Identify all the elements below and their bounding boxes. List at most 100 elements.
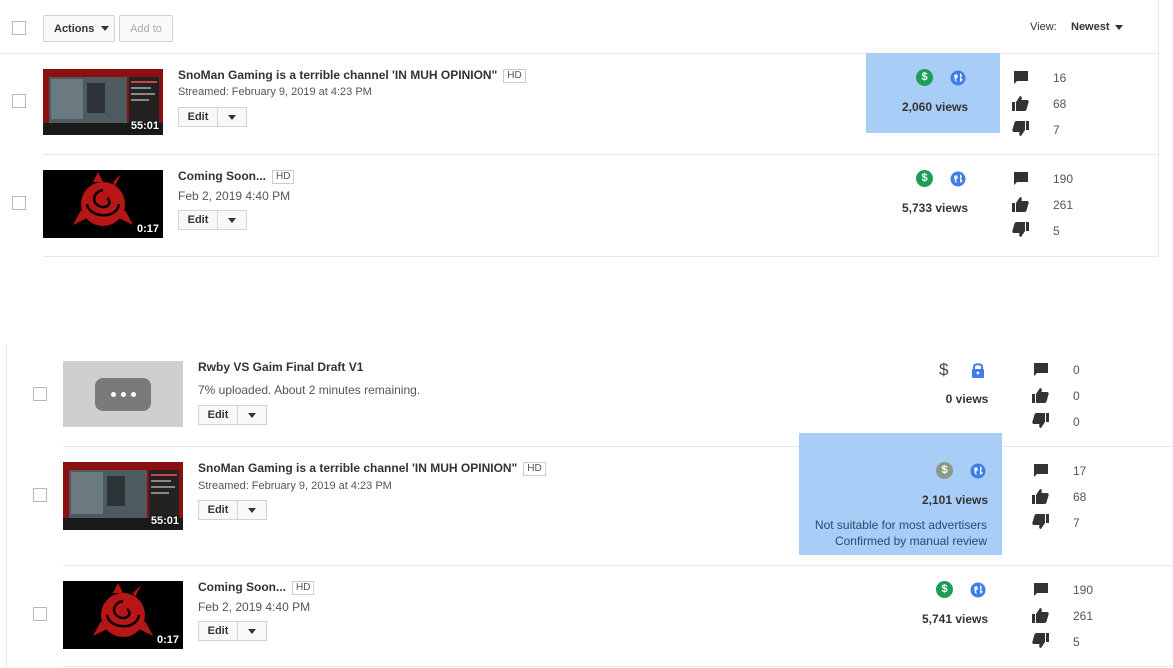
globe-icon[interactable] — [950, 171, 966, 187]
add-to-button[interactable]: Add to — [119, 15, 173, 42]
video-thumbnail[interactable]: 55:01 — [63, 462, 183, 530]
like-count: 0 — [1073, 389, 1080, 403]
video-date: Feb 2, 2019 4:40 PM — [198, 600, 311, 614]
comment-count: 190 — [1053, 172, 1074, 186]
edit-menu-button[interactable] — [238, 405, 267, 425]
edit-button[interactable]: Edit — [198, 405, 238, 425]
video-title[interactable]: SnoMan Gaming is a terrible channel 'IN … — [178, 68, 526, 83]
row-checkbox[interactable] — [12, 196, 26, 210]
monetization-icon[interactable]: $ — [916, 170, 933, 187]
row-divider — [43, 154, 1158, 155]
view-label: View: — [1030, 21, 1057, 33]
chevron-down-icon — [1114, 24, 1123, 30]
video-title-text: SnoMan Gaming is a terrible channel 'IN … — [178, 68, 498, 82]
row-divider — [63, 666, 1173, 667]
upload-status: 7% uploaded. About 2 minutes remaining. — [198, 383, 421, 397]
row-divider — [43, 256, 1158, 257]
like-count: 261 — [1073, 609, 1094, 623]
sort-value: Newest — [1071, 21, 1110, 33]
video-title[interactable]: Coming Soon... HD — [178, 169, 295, 184]
dislike-count: 5 — [1073, 635, 1080, 649]
dislike-count: 7 — [1073, 516, 1080, 530]
edit-menu-button[interactable] — [238, 621, 267, 641]
add-to-label: Add to — [130, 22, 162, 35]
thumbs-down-icon — [1032, 633, 1049, 648]
row-checkbox[interactable] — [33, 387, 47, 401]
row-checkbox[interactable] — [12, 94, 26, 108]
lock-icon[interactable] — [971, 362, 985, 378]
limited-monetization-icon[interactable]: $ — [936, 462, 953, 479]
edit-button[interactable]: Edit — [178, 107, 218, 127]
edit-button-group: Edit — [178, 210, 247, 230]
video-title[interactable]: Rwby VS Gaim Final Draft V1 — [198, 360, 363, 374]
view-count: 2,101 views — [921, 493, 989, 507]
like-count: 261 — [1053, 198, 1074, 212]
actions-button[interactable]: Actions — [43, 15, 115, 42]
comment-count: 17 — [1073, 464, 1087, 478]
actions-label: Actions — [54, 22, 95, 35]
select-all-checkbox[interactable] — [12, 21, 26, 35]
like-count: 68 — [1073, 490, 1087, 504]
thumbs-up-icon — [1032, 608, 1049, 623]
panel2-left-border — [6, 345, 7, 668]
dislike-count: 0 — [1073, 415, 1080, 429]
video-title[interactable]: SnoMan Gaming is a terrible channel 'IN … — [198, 461, 546, 476]
dollar-icon[interactable]: $ — [939, 360, 948, 380]
globe-icon[interactable] — [970, 582, 986, 598]
video-thumbnail[interactable]: 55:01 — [43, 69, 163, 135]
monetization-icon[interactable]: $ — [936, 581, 953, 598]
edit-menu-button[interactable] — [218, 107, 247, 127]
edit-button[interactable]: Edit — [198, 500, 238, 520]
thumbs-down-icon — [1012, 222, 1029, 237]
edit-menu-button[interactable] — [218, 210, 247, 230]
thumbs-down-icon — [1032, 413, 1049, 428]
chevron-down-icon — [248, 628, 256, 634]
view-count: 2,060 views — [901, 100, 969, 114]
video-title[interactable]: Coming Soon... HD — [198, 580, 315, 595]
hd-badge: HD — [272, 170, 295, 184]
comment-count: 190 — [1073, 583, 1094, 597]
thumbs-up-icon — [1012, 197, 1029, 212]
chevron-down-icon — [101, 26, 110, 31]
like-count: 68 — [1053, 97, 1067, 111]
row-checkbox[interactable] — [33, 607, 47, 621]
comment-icon — [1034, 363, 1048, 376]
dislike-count: 7 — [1053, 123, 1060, 137]
globe-icon[interactable] — [970, 463, 986, 479]
video-thumbnail-processing[interactable] — [63, 361, 183, 427]
edit-button-group: Edit — [198, 621, 267, 641]
globe-icon[interactable] — [950, 70, 966, 86]
row-checkbox[interactable] — [33, 488, 47, 502]
video-thumbnail[interactable]: 0:17 — [43, 170, 163, 238]
processing-icon — [95, 378, 151, 411]
comment-icon — [1034, 464, 1048, 477]
sort-dropdown[interactable]: Newest — [1071, 21, 1123, 33]
video-duration: 55:01 — [130, 120, 159, 132]
highlight-overlay — [866, 53, 1000, 133]
edit-button-group: Edit — [198, 500, 267, 520]
chevron-down-icon — [248, 412, 256, 418]
hd-badge: HD — [292, 581, 315, 595]
view-count: 5,741 views — [921, 612, 989, 626]
hd-badge: HD — [523, 462, 546, 476]
video-title-text: Rwby VS Gaim Final Draft V1 — [198, 360, 364, 374]
edit-menu-button[interactable] — [238, 500, 267, 520]
thumbs-down-icon — [1032, 514, 1049, 529]
edit-button-group: Edit — [178, 107, 247, 127]
video-title-text: SnoMan Gaming is a terrible channel 'IN … — [198, 461, 518, 475]
edit-button[interactable]: Edit — [198, 621, 238, 641]
panel1-right-border — [1158, 0, 1159, 256]
chevron-down-icon — [228, 114, 236, 120]
view-count: 5,733 views — [901, 201, 969, 215]
monetization-note-line1: Not suitable for most advertisers — [814, 518, 987, 532]
comment-icon — [1034, 583, 1048, 596]
chevron-down-icon — [248, 507, 256, 513]
thumbs-up-icon — [1032, 489, 1049, 504]
hd-badge: HD — [503, 69, 526, 83]
video-thumbnail[interactable]: 0:17 — [63, 581, 183, 649]
monetization-note-line2: Confirmed by manual review — [834, 534, 987, 548]
video-date: Streamed: February 9, 2019 at 4:23 PM — [178, 86, 372, 98]
edit-button[interactable]: Edit — [178, 210, 218, 230]
monetization-icon[interactable]: $ — [916, 69, 933, 86]
thumbs-up-icon — [1012, 96, 1029, 111]
